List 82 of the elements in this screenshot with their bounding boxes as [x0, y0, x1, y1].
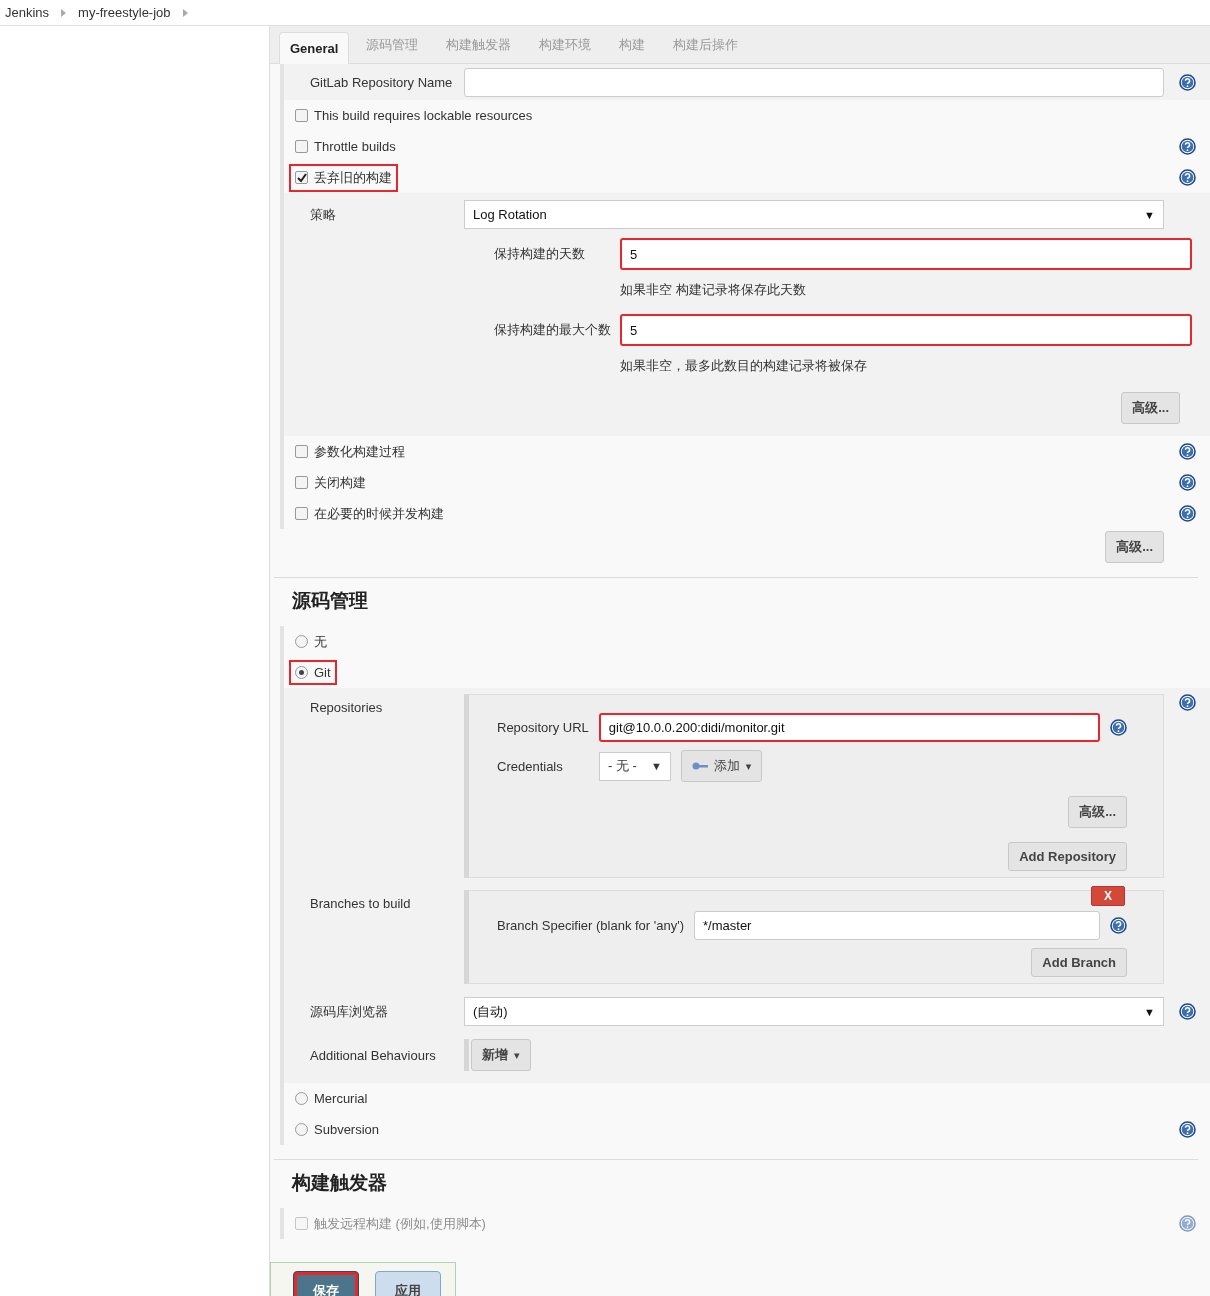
option-label: 触发远程构建 (例如,使用脚本)	[314, 1214, 486, 1233]
help-icon[interactable]	[1179, 1121, 1196, 1138]
option-label: 在必要的时候并发构建	[314, 504, 444, 523]
field-label: Repository URL	[497, 720, 589, 735]
checkbox-option[interactable]: 关闭构建	[289, 468, 372, 497]
credentials-select[interactable]: - 无 - ▼	[599, 751, 671, 781]
option-label: 关闭构建	[314, 473, 366, 492]
add-behaviour-button[interactable]: 新增 ▾	[471, 1039, 531, 1071]
radio-button[interactable]	[295, 635, 308, 648]
option-label: This build requires lockable resources	[314, 108, 533, 123]
field-label: 策略	[309, 205, 337, 224]
breadcrumb-arrow-icon	[182, 8, 188, 17]
help-icon[interactable]	[1110, 917, 1127, 934]
help-icon[interactable]	[1179, 474, 1196, 491]
option-label: Mercurial	[314, 1091, 368, 1106]
checkbox[interactable]	[295, 109, 308, 122]
field-label: Additional Behaviours	[309, 1047, 437, 1063]
radio-option[interactable]: Subversion	[289, 1117, 386, 1142]
checkbox[interactable]	[295, 445, 308, 458]
option-label: Git	[314, 665, 331, 680]
advanced-button[interactable]: 高级...	[1068, 796, 1127, 828]
checkbox-option[interactable]: 丢弃旧的构建	[289, 163, 398, 192]
field-label: Branch Specifier (blank for 'any')	[497, 918, 685, 933]
option-label: 无	[314, 632, 327, 651]
help-icon[interactable]	[1179, 169, 1196, 186]
radio-button[interactable]	[295, 1123, 308, 1136]
add-repository-button[interactable]: Add Repository	[1008, 842, 1127, 871]
add-button[interactable]: 添加 ▾	[680, 750, 763, 782]
help-icon[interactable]	[1179, 505, 1196, 522]
delete-button[interactable]: X	[1091, 886, 1125, 906]
checkbox-option[interactable]: Throttle builds	[289, 134, 402, 159]
checkbox[interactable]	[295, 476, 308, 489]
advanced-button[interactable]: 高级...	[1105, 531, 1164, 563]
input-field[interactable]: */master	[694, 911, 1100, 940]
help-icon[interactable]	[1179, 1003, 1196, 1020]
checkbox[interactable]	[295, 507, 308, 520]
field-label: GitLab Repository Name	[309, 74, 454, 90]
section-title: 源码管理	[274, 577, 1198, 626]
input-field[interactable]: 5	[620, 314, 1192, 346]
input-field[interactable]: git@10.0.0.200:didi/monitor.git	[598, 713, 1100, 742]
breadcrumb-link[interactable]: Jenkins	[5, 5, 50, 20]
add-branch-button[interactable]: Add Branch	[1031, 948, 1127, 977]
checkbox-option[interactable]: 参数化构建过程	[289, 437, 411, 466]
browser-select[interactable]: (自动) ▼	[464, 997, 1164, 1026]
radio-option[interactable]: Mercurial	[289, 1086, 374, 1111]
radio-dot-icon	[299, 670, 304, 675]
radio-option[interactable]: 无	[289, 627, 333, 656]
radio-button[interactable]	[295, 666, 308, 679]
key-icon	[691, 762, 708, 770]
help-icon[interactable]	[1179, 694, 1196, 711]
help-icon[interactable]	[1179, 73, 1196, 91]
input-field[interactable]: 5	[620, 238, 1192, 270]
field-hint: 如果非空，最多此数目的构建记录将被保存	[620, 357, 868, 375]
strategy-select[interactable]: Log Rotation ▼	[464, 200, 1164, 229]
checkbox[interactable]	[295, 140, 308, 153]
option-label: 参数化构建过程	[314, 442, 405, 461]
option-label: 丢弃旧的构建	[314, 168, 392, 187]
checkbox-option[interactable]: 在必要的时候并发构建	[289, 499, 450, 528]
apply-button[interactable]: 应用	[375, 1271, 441, 1296]
field-label: Branches to build	[309, 895, 412, 911]
help-icon[interactable]	[1110, 719, 1127, 736]
checkbox[interactable]	[295, 171, 308, 184]
checkbox-option[interactable]: This build requires lockable resources	[289, 103, 539, 128]
option-label: Throttle builds	[314, 139, 396, 154]
advanced-button[interactable]: 高级...	[1121, 392, 1180, 424]
field-label: Credentials	[497, 758, 564, 774]
section-title: 构建触发器	[274, 1159, 1198, 1208]
field-hint: 如果非空 构建记录将保存此天数	[620, 281, 807, 299]
input-field[interactable]	[464, 67, 1164, 97]
field-label: Repositories	[309, 699, 384, 715]
check-icon	[296, 172, 307, 183]
breadcrumb-link[interactable]: my-freestyle-job	[78, 5, 171, 20]
breadcrumb-arrow-icon	[61, 8, 67, 17]
field-label: 源码库浏览器	[309, 1002, 389, 1021]
field-label: 保持构建的最大个数	[493, 321, 612, 339]
help-icon[interactable]	[1179, 138, 1196, 155]
help-icon[interactable]	[1179, 443, 1196, 460]
tab[interactable]: General	[279, 32, 350, 64]
radio-option[interactable]: Git	[289, 660, 337, 685]
field-label: 保持构建的天数	[493, 245, 586, 263]
radio-button[interactable]	[295, 1092, 308, 1105]
option-label: Subversion	[314, 1122, 380, 1137]
